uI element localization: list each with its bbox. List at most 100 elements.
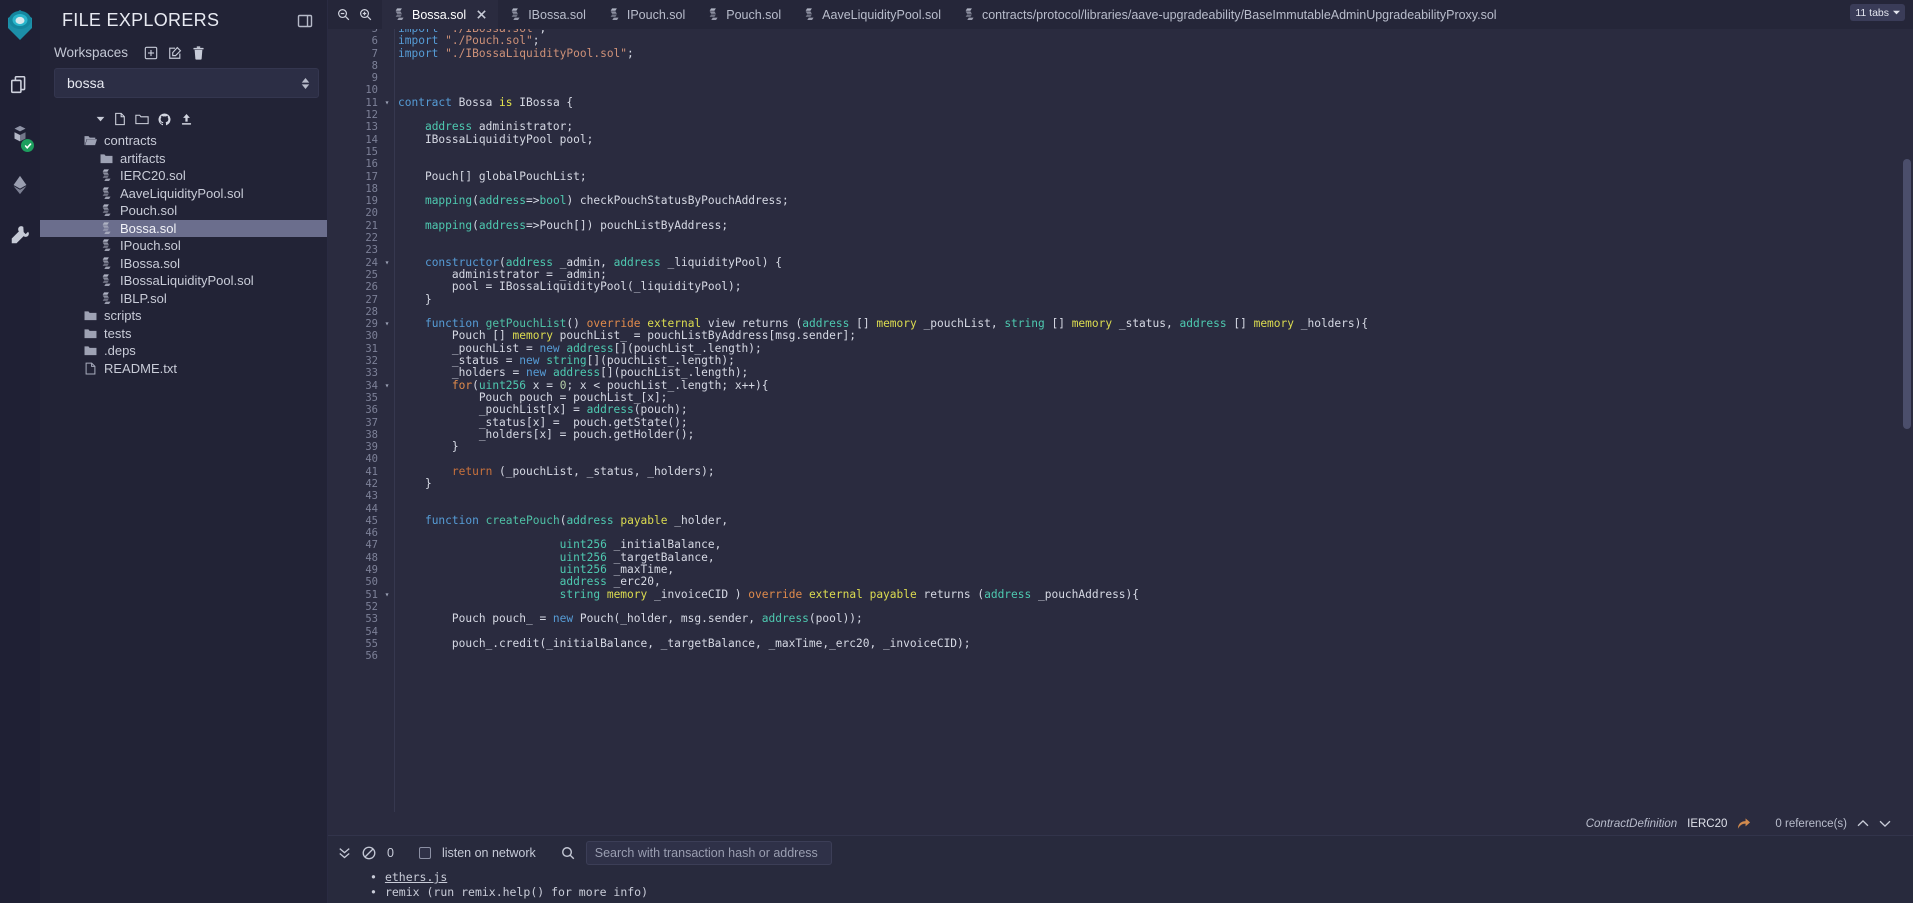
line-number: 14: [365, 133, 378, 146]
chevron-up-icon[interactable]: [1857, 819, 1869, 828]
tree-item-ipouch-sol[interactable]: IPouch.sol: [40, 237, 327, 255]
code-line: 56: [342, 650, 1913, 662]
no-entry-icon[interactable]: [362, 846, 376, 860]
fold-toggle-icon[interactable]: ▾: [382, 257, 392, 269]
file-explorer-icon[interactable]: [0, 60, 40, 110]
fold-toggle-icon: [382, 650, 392, 662]
fold-toggle-icon[interactable]: ▾: [382, 589, 392, 601]
tab-ibossa-sol[interactable]: IBossa.sol: [498, 0, 597, 29]
code-line: 45 function createPouch(address payable …: [342, 514, 1913, 527]
create-workspace-icon[interactable]: [144, 46, 158, 60]
tab-aaveliquiditypool-sol[interactable]: AaveLiquidityPool.sol: [792, 0, 952, 29]
tree-item-iblp-sol[interactable]: IBLP.sol: [40, 290, 327, 308]
tree-item-ibossa-sol[interactable]: IBossa.sol: [40, 255, 327, 273]
tree-item-ibossaliquiditypool-sol[interactable]: IBossaLiquidityPool.sol: [40, 272, 327, 290]
transaction-search-input[interactable]: Search with transaction hash or address: [585, 841, 832, 865]
fold-toggle-icon: [382, 48, 392, 60]
transaction-search-placeholder: Search with transaction hash or address: [594, 846, 818, 860]
tree-item-readme-txt[interactable]: README.txt: [40, 360, 327, 378]
code-line: 51 ▾ string memory _invoiceCID ) override…: [342, 588, 1913, 601]
remix-logo-icon[interactable]: [0, 4, 40, 46]
line-number: 9: [371, 72, 378, 85]
code-line: 43: [342, 490, 1913, 502]
chevrons-down-icon[interactable]: [338, 846, 351, 860]
definition-kind: ContractDefinition: [1585, 817, 1678, 830]
line-number: 40: [365, 453, 378, 466]
fold-toggle-icon: [382, 527, 392, 539]
line-number: 7: [371, 47, 378, 60]
file-icon: [84, 362, 97, 375]
new-file-icon[interactable]: [114, 112, 126, 126]
code-content[interactable]: 5import "./IBossa.sol";6import "./Pouch.…: [342, 29, 1913, 812]
line-number: 6: [371, 35, 378, 48]
solidity-compiler-icon[interactable]: [0, 110, 40, 160]
code-line: 21 mapping(address=>Pouch[]) pouchListBy…: [342, 218, 1913, 232]
arrow-jump-icon[interactable]: [1737, 817, 1751, 830]
fold-toggle-icon: [382, 232, 392, 244]
code-text: mapping(address=>Pouch[]) pouchListByAdd…: [424, 218, 729, 232]
fold-toggle-icon[interactable]: ▾: [382, 318, 392, 330]
line-number: 49: [365, 564, 378, 577]
workspace-select[interactable]: bossa: [54, 68, 319, 98]
tree-item-ierc20-sol[interactable]: IERC20.sol: [40, 167, 327, 185]
tree-item-contracts[interactable]: contracts: [40, 132, 327, 150]
fold-toggle-icon: [382, 441, 392, 453]
code-line: 14 IBossaLiquidityPool pool;: [342, 133, 1913, 146]
tree-item-pouch-sol[interactable]: Pouch.sol: [40, 202, 327, 220]
zoom-in-icon[interactable]: [359, 8, 372, 21]
code-editor[interactable]: 5import "./IBossa.sol";6import "./Pouch.…: [328, 29, 1913, 812]
line-number: 38: [365, 428, 378, 441]
list-item: • ethers.js: [370, 870, 1913, 885]
solidity-icon: [100, 169, 113, 182]
list-item: • remix (run remix.help() for more info): [370, 885, 1913, 900]
editor-zoom-controls: [328, 8, 382, 21]
solidity-icon: [100, 239, 113, 252]
tree-item-tests[interactable]: tests: [40, 325, 327, 343]
listen-on-network-checkbox[interactable]: [418, 847, 431, 859]
tab-ipouch-sol[interactable]: IPouch.sol: [597, 0, 696, 29]
chevron-down-icon[interactable]: [1879, 819, 1891, 828]
fold-toggle-icon: [382, 392, 392, 404]
tree-item-aaveliquiditypool-sol[interactable]: AaveLiquidityPool.sol: [40, 185, 327, 203]
tree-item-label: AaveLiquidityPool.sol: [120, 185, 244, 201]
github-clone-icon[interactable]: [158, 112, 171, 126]
plugin-manager-icon[interactable]: [0, 210, 40, 260]
tree-item-scripts[interactable]: scripts: [40, 307, 327, 325]
root-twisty-icon[interactable]: [96, 116, 105, 122]
code-lines: 5import "./IBossa.sol";6import "./Pouch.…: [342, 29, 1913, 662]
tab-baseimmutableadminupgradeabilityproxy-sol[interactable]: contracts/protocol/libraries/aave-upgrad…: [952, 0, 1508, 29]
rename-workspace-icon[interactable]: [168, 46, 182, 60]
line-number: 28: [365, 305, 378, 318]
tree-item--deps[interactable]: .deps: [40, 342, 327, 360]
editor-scrollbar[interactable]: [1903, 159, 1911, 429]
publish-icon[interactable]: [180, 113, 193, 126]
tab-pouch-sol[interactable]: Pouch.sol: [696, 0, 792, 29]
fold-toggle-icon: [382, 171, 392, 183]
close-icon[interactable]: [476, 9, 487, 20]
remix-ide-window: FILE EXPLORERS Workspaces bossa contract…: [0, 0, 1913, 903]
line-number: 20: [365, 207, 378, 220]
deploy-run-icon[interactable]: [0, 160, 40, 210]
file-tree-items: contracts artifacts IERC20.sol AaveLiquidit…: [40, 132, 327, 377]
delete-workspace-icon[interactable]: [192, 45, 205, 60]
tab-label: Pouch.sol: [726, 7, 782, 22]
tab-count-badge[interactable]: 11 tabs: [1850, 4, 1905, 21]
fold-toggle-icon: [382, 466, 392, 478]
tree-item-bossa-sol[interactable]: Bossa.sol: [40, 219, 327, 237]
fold-toggle-icon: [382, 183, 392, 195]
line-number: 43: [365, 490, 378, 503]
zoom-out-icon[interactable]: [337, 8, 350, 21]
fold-toggle-icon[interactable]: ▾: [382, 97, 392, 109]
line-number: 33: [365, 367, 378, 380]
search-icon[interactable]: [561, 846, 575, 860]
main-area: Bossa.sol IBossa.sol IPouch.sol Pouch.sol Aa…: [328, 0, 1913, 903]
line-number: 50: [365, 576, 378, 589]
terminal-line-label[interactable]: ethers.js: [385, 870, 447, 885]
new-folder-icon[interactable]: [135, 113, 149, 125]
fold-toggle-icon[interactable]: ▾: [382, 380, 392, 392]
collapse-panel-icon[interactable]: [297, 13, 313, 29]
line-number: 27: [365, 293, 378, 306]
tree-item-label: README.txt: [104, 360, 177, 376]
tree-item-artifacts[interactable]: artifacts: [40, 150, 327, 168]
tab-bossa-sol[interactable]: Bossa.sol: [382, 0, 499, 29]
